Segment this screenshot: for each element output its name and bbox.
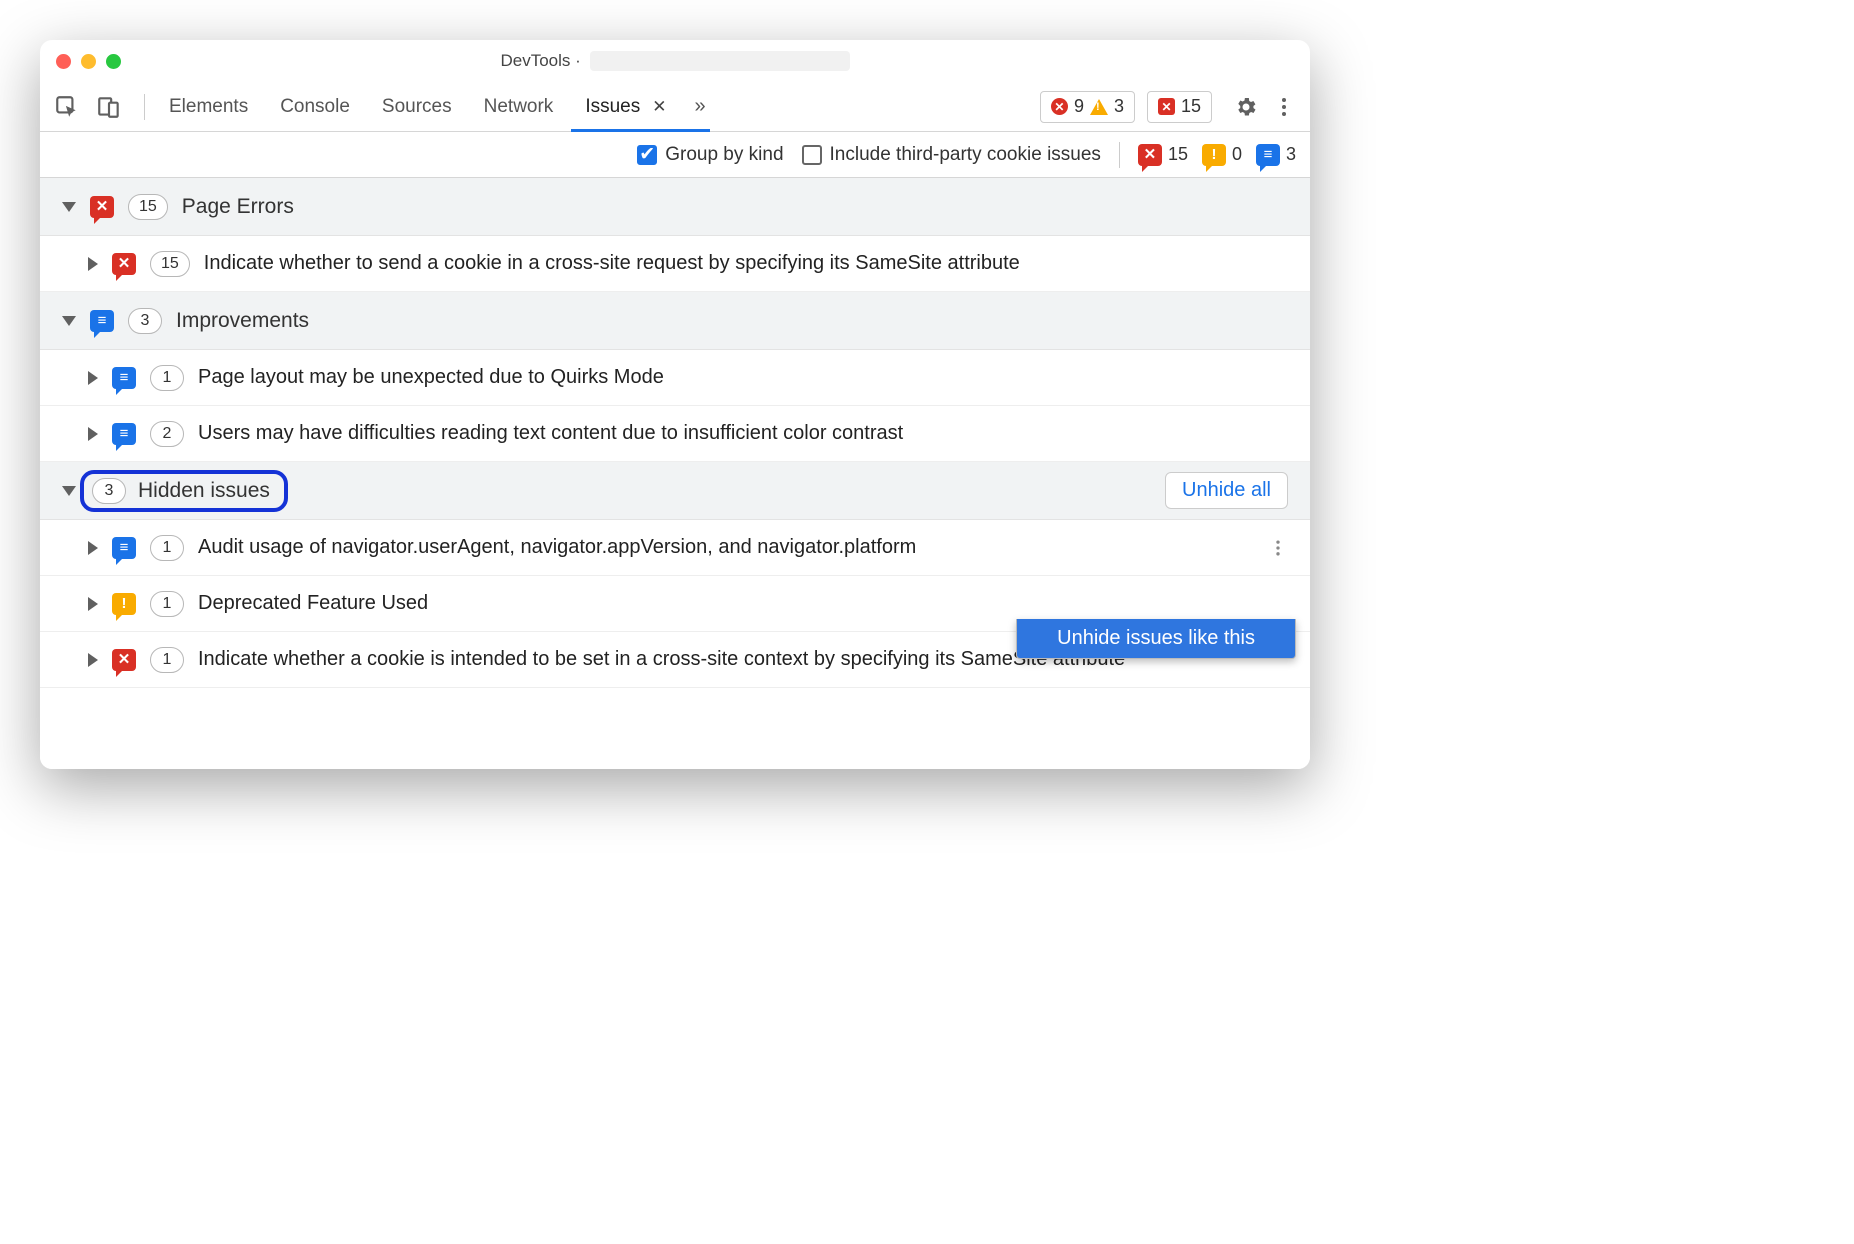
tab-elements[interactable]: Elements xyxy=(155,96,262,118)
hidden-label: Hidden issues xyxy=(138,479,270,503)
tab-console[interactable]: Console xyxy=(266,96,364,118)
window-controls xyxy=(56,54,121,69)
issue-text: Deprecated Feature Used xyxy=(198,592,1288,615)
issue-count: 1 xyxy=(150,365,184,391)
device-toolbar-icon[interactable] xyxy=(96,94,122,120)
warning-icon xyxy=(1090,99,1108,115)
error-count: 9 xyxy=(1074,96,1084,117)
info-bubble-icon: ≡ xyxy=(112,537,136,559)
more-tabs-icon[interactable]: » xyxy=(694,95,705,118)
status-warnings[interactable]: ! 0 xyxy=(1202,144,1242,166)
status-errors[interactable]: ✕ 15 xyxy=(1138,144,1188,166)
devtools-tabbar: Elements Console Sources Network Issues … xyxy=(40,82,1310,132)
tabbar-left xyxy=(54,94,151,120)
info-bubble-icon: ≡ xyxy=(1256,144,1280,166)
hidden-issues-highlight: 3 Hidden issues xyxy=(80,470,288,512)
devtools-window: DevTools · Elements Console Sources Netw… xyxy=(40,40,1310,769)
warning-count: 3 xyxy=(1114,96,1124,117)
issue-count: 1 xyxy=(150,535,184,561)
settings-icon[interactable] xyxy=(1234,95,1258,119)
group-label: Improvements xyxy=(176,309,309,333)
hidden-count: 3 xyxy=(92,478,126,504)
include-third-party-checkbox[interactable]: Include third-party cookie issues xyxy=(802,144,1101,166)
window-title: DevTools · xyxy=(40,51,1310,72)
warning-bubble-icon: ! xyxy=(112,593,136,615)
issues-badge-count: 15 xyxy=(1181,96,1201,117)
tab-issues[interactable]: Issues ✕ xyxy=(571,96,680,118)
group-by-kind-label: Group by kind xyxy=(665,144,783,166)
chevron-down-icon xyxy=(62,316,76,326)
minimize-window-button[interactable] xyxy=(81,54,96,69)
unhide-all-button[interactable]: Unhide all xyxy=(1165,472,1288,509)
info-bubble-icon: ≡ xyxy=(90,310,114,332)
issues-content: ✕ 15 Page Errors ✕ 15 Indicate whether t… xyxy=(40,178,1310,769)
group-by-kind-checkbox[interactable]: ✔ Group by kind xyxy=(637,144,783,166)
chevron-down-icon xyxy=(62,486,76,496)
group-count: 15 xyxy=(128,194,168,220)
error-bubble-icon: ✕ xyxy=(1138,144,1162,166)
issue-text: Users may have difficulties reading text… xyxy=(198,422,1288,445)
issue-text: Indicate whether to send a cookie in a c… xyxy=(204,252,1288,275)
issue-text: Audit usage of navigator.userAgent, navi… xyxy=(198,536,1254,559)
issue-count: 2 xyxy=(150,421,184,447)
info-bubble-icon: ≡ xyxy=(112,367,136,389)
chevron-right-icon xyxy=(88,371,98,385)
fullscreen-window-button[interactable] xyxy=(106,54,121,69)
inspect-element-icon[interactable] xyxy=(54,94,80,120)
error-bubble-icon: ✕ xyxy=(112,649,136,671)
checkbox-unchecked-icon xyxy=(802,145,822,165)
status-warnings-count: 0 xyxy=(1232,144,1242,165)
window-title-url-placeholder xyxy=(590,51,850,71)
separator xyxy=(144,94,145,120)
window-title-text: DevTools · xyxy=(500,51,580,70)
warning-bubble-icon: ! xyxy=(1202,144,1226,166)
checkbox-checked-icon: ✔ xyxy=(637,145,657,165)
chevron-down-icon xyxy=(62,202,76,212)
issue-more-icon[interactable] xyxy=(1268,536,1288,560)
more-options-icon[interactable] xyxy=(1272,95,1296,119)
issue-text: Page layout may be unexpected due to Qui… xyxy=(198,366,1288,389)
issue-row[interactable]: ≡ 2 Users may have difficulties reading … xyxy=(40,406,1310,462)
chevron-right-icon xyxy=(88,257,98,271)
issues-filterbar: ✔ Group by kind Include third-party cook… xyxy=(40,132,1310,178)
group-page-errors[interactable]: ✕ 15 Page Errors xyxy=(40,178,1310,236)
error-icon: ✕ xyxy=(1051,98,1068,115)
issue-count: 1 xyxy=(150,591,184,617)
group-count: 3 xyxy=(128,308,162,334)
separator xyxy=(1119,142,1120,168)
status-counts: ✕ 15 ! 0 ≡ 3 xyxy=(1138,144,1296,166)
chevron-right-icon xyxy=(88,541,98,555)
issue-row[interactable]: ✕ 15 Indicate whether to send a cookie i… xyxy=(40,236,1310,292)
chevron-right-icon xyxy=(88,653,98,667)
issue-row[interactable]: ≡ 1 Audit usage of navigator.userAgent, … xyxy=(40,520,1310,576)
include-third-party-label: Include third-party cookie issues xyxy=(830,144,1101,166)
tab-sources[interactable]: Sources xyxy=(368,96,466,118)
chevron-right-icon xyxy=(88,597,98,611)
issue-row[interactable]: ≡ 1 Page layout may be unexpected due to… xyxy=(40,350,1310,406)
error-bubble-icon: ✕ xyxy=(90,196,114,218)
info-bubble-icon: ≡ xyxy=(112,423,136,445)
console-status-button[interactable]: ✕ 9 3 xyxy=(1040,91,1135,123)
issues-badge-icon: ✕ xyxy=(1158,98,1175,115)
close-tab-icon[interactable]: ✕ xyxy=(652,97,666,117)
tab-network[interactable]: Network xyxy=(470,96,568,118)
issues-badge-button[interactable]: ✕ 15 xyxy=(1147,91,1212,123)
close-window-button[interactable] xyxy=(56,54,71,69)
group-improvements[interactable]: ≡ 3 Improvements xyxy=(40,292,1310,350)
status-info-count: 3 xyxy=(1286,144,1296,165)
group-hidden-issues[interactable]: 3 Hidden issues Unhide all xyxy=(40,462,1310,520)
issue-count: 15 xyxy=(150,251,190,277)
error-bubble-icon: ✕ xyxy=(112,253,136,275)
status-errors-count: 15 xyxy=(1168,144,1188,165)
context-menu-item-unhide[interactable]: Unhide issues like this xyxy=(1057,627,1255,650)
tab-issues-label: Issues xyxy=(585,96,640,118)
context-menu: Unhide issues like this xyxy=(1016,619,1296,659)
chevron-right-icon xyxy=(88,427,98,441)
group-label: Page Errors xyxy=(182,195,294,219)
titlebar: DevTools · xyxy=(40,40,1310,82)
status-info[interactable]: ≡ 3 xyxy=(1256,144,1296,166)
issue-count: 1 xyxy=(150,647,184,673)
